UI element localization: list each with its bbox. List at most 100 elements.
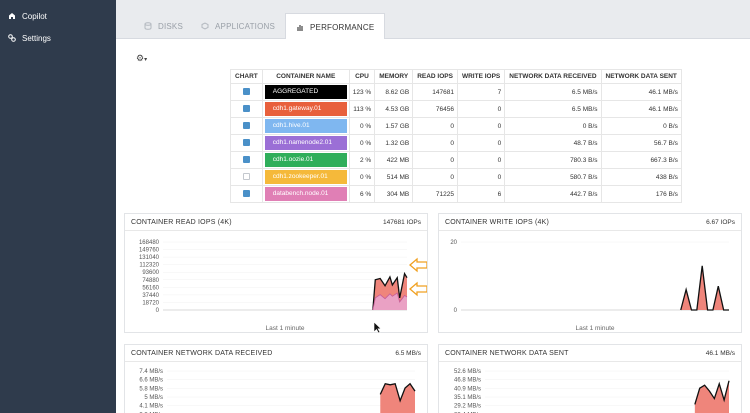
y-tick-label: 40.9 MB/s — [454, 386, 481, 392]
chart-checkbox[interactable] — [242, 155, 250, 163]
table-row: databench.node.01 6 % 304 MB 71225 6 442.7 B/… — [230, 185, 682, 203]
x-axis-label: Last 1 minute — [265, 325, 304, 332]
column-header: CHART — [230, 69, 263, 84]
memory-cell: 8.62 GB — [374, 83, 414, 101]
read-iops-cell: 0 — [412, 117, 458, 135]
cpu-cell: 0 % — [348, 117, 376, 135]
chart-checkbox-cell — [230, 134, 263, 152]
read-iops-chart: 168480 149760131040 11232093600 7488056160 3… — [139, 240, 427, 332]
chart-checkbox[interactable] — [242, 189, 250, 197]
panel-title: CONTAINER READ IOPS (4K) — [131, 218, 232, 226]
container-name-cell: cdh1.gateway.01 — [261, 100, 350, 118]
mouse-cursor-icon — [373, 321, 382, 334]
panel-value-badge: 147681 IOPs — [383, 218, 421, 226]
column-header: CPU — [348, 69, 376, 84]
network-sent-cell: 0 B/s — [600, 117, 682, 135]
container-name[interactable]: cdh1.gateway.01 — [264, 102, 347, 116]
memory-cell: 1.32 GB — [374, 134, 414, 152]
sidebar-item-settings[interactable]: Settings — [0, 27, 116, 49]
network-sent-chart: 52.6 MB/s 46.8 MB/s 40.9 MB/s 35.1 MB/s 29.2… — [454, 369, 730, 413]
applications-icon — [201, 22, 209, 30]
memory-cell: 514 MB — [374, 168, 414, 186]
panel-value-badge: 6.67 IOPs — [706, 218, 735, 226]
column-header: NETWORK DATA RECEIVED — [504, 69, 602, 84]
network-sent-cell: 46.1 MB/s — [600, 83, 682, 101]
memory-cell: 4.53 GB — [374, 100, 414, 118]
sidebar-item-copilot[interactable]: Copilot — [0, 5, 116, 27]
table-row: AGGREGATED 123 % 8.62 GB 147681 7 6.5 MB/s 46.… — [230, 83, 682, 101]
network-received-cell: 48.7 B/s — [504, 134, 602, 152]
container-name-cell: AGGREGATED — [261, 83, 350, 101]
network-sent-cell: 438 B/s — [600, 168, 682, 186]
chart-checkbox[interactable] — [242, 172, 250, 180]
y-tick-label: 5 MB/s — [144, 395, 163, 401]
y-tick-label: 52.6 MB/s — [454, 369, 481, 375]
y-tick-label: 46.8 MB/s — [454, 378, 481, 384]
bar-chart-icon — [297, 25, 303, 31]
panel-title: CONTAINER NETWORK DATA RECEIVED — [131, 349, 273, 357]
read-iops-cell: 0 — [412, 134, 458, 152]
container-name-cell: cdh1.oozie.01 — [261, 151, 350, 169]
sidebar-item-label: Settings — [22, 33, 51, 43]
read-iops-panel: CONTAINER READ IOPS (4K) 147681 IOPs 168… — [124, 213, 428, 333]
highlight-arrow-icon — [409, 257, 427, 273]
container-name[interactable]: cdh1.namenode2.01 — [264, 136, 347, 150]
y-tick-label: 20 — [450, 240, 457, 246]
write-iops-cell: 0 — [456, 100, 506, 118]
network-sent-cell: 667.3 B/s — [600, 151, 682, 169]
network-received-cell: 6.5 MB/s — [504, 100, 602, 118]
y-tick-label: 4.1 MB/s — [139, 404, 163, 410]
panel-value-badge: 6.5 MB/s — [395, 349, 421, 357]
table-header-row: CHART CONTAINER NAME CPU MEMORY READ IOP… — [230, 69, 682, 84]
y-tick-label: 29.2 MB/s — [454, 404, 481, 410]
panel-header: CONTAINER NETWORK DATA RECEIVED 6.5 MB/s — [125, 345, 427, 362]
tab-label: APPLICATIONS — [215, 21, 276, 31]
tab-applications[interactable]: APPLICATIONS — [191, 13, 285, 39]
memory-cell: 304 MB — [374, 185, 414, 203]
tab-disks[interactable]: DISKS — [134, 13, 193, 39]
read-iops-cell: 0 — [412, 151, 458, 169]
network-sent-cell: 56.7 B/s — [600, 134, 682, 152]
copilot-icon — [9, 13, 15, 19]
chart-checkbox[interactable] — [242, 104, 250, 112]
y-tick-label: 131040 — [139, 255, 160, 261]
network-received-panel: CONTAINER NETWORK DATA RECEIVED 6.5 MB/s… — [124, 344, 428, 413]
container-name[interactable]: AGGREGATED — [264, 85, 347, 99]
y-tick-label: 0 — [156, 308, 160, 314]
x-axis-label: Last 1 minute — [575, 325, 614, 332]
panel-header: CONTAINER WRITE IOPS (4K) 6.67 IOPs — [439, 214, 741, 231]
panel-title: CONTAINER WRITE IOPS (4K) — [445, 218, 550, 226]
panel-header: CONTAINER NETWORK DATA SENT 46.1 MB/s — [439, 345, 741, 362]
write-iops-chart: 20 0 Last 1 minute — [450, 240, 729, 332]
write-iops-cell: 0 — [456, 134, 506, 152]
network-sent-cell: 46.1 MB/s — [600, 100, 682, 118]
chart-checkbox-cell — [230, 100, 263, 118]
network-received-cell: 0 B/s — [504, 117, 602, 135]
y-tick-label: 0 — [454, 308, 458, 314]
write-iops-cell: 6 — [456, 185, 506, 203]
chart-checkbox-cell — [230, 151, 263, 169]
container-name[interactable]: cdh1.hive.01 — [264, 119, 347, 133]
write-iops-panel: CONTAINER WRITE IOPS (4K) 6.67 IOPs 20 0 L… — [438, 213, 742, 333]
memory-cell: 422 MB — [374, 151, 414, 169]
tab-bar: DISKS APPLICATIONS PERFORMANCE — [116, 0, 750, 40]
read-iops-cell: 147681 — [412, 83, 458, 101]
gear-menu-button[interactable]: ⚙▾ — [136, 53, 147, 64]
chart-checkbox[interactable] — [242, 87, 250, 95]
container-name[interactable]: cdh1.zookeeper.01 — [264, 170, 347, 184]
gear-icon: ⚙ — [136, 53, 145, 63]
write-iops-cell: 0 — [456, 151, 506, 169]
container-name[interactable]: cdh1.oozie.01 — [264, 153, 347, 167]
container-name[interactable]: databench.node.01 — [264, 187, 347, 201]
network-received-cell: 442.7 B/s — [504, 185, 602, 203]
chart-checkbox-cell — [230, 117, 263, 135]
network-sent-panel: CONTAINER NETWORK DATA SENT 46.1 MB/s 52… — [438, 344, 742, 413]
table-body: AGGREGATED 123 % 8.62 GB 147681 7 6.5 MB/s 46.… — [230, 83, 682, 203]
chart-checkbox[interactable] — [242, 138, 250, 146]
chart-checkbox[interactable] — [242, 121, 250, 129]
memory-cell: 1.57 GB — [374, 117, 414, 135]
y-tick-label: 149760 — [139, 248, 160, 254]
container-name-cell: cdh1.zookeeper.01 — [261, 168, 350, 186]
read-iops-cell: 0 — [412, 168, 458, 186]
tab-performance[interactable]: PERFORMANCE — [285, 13, 386, 40]
